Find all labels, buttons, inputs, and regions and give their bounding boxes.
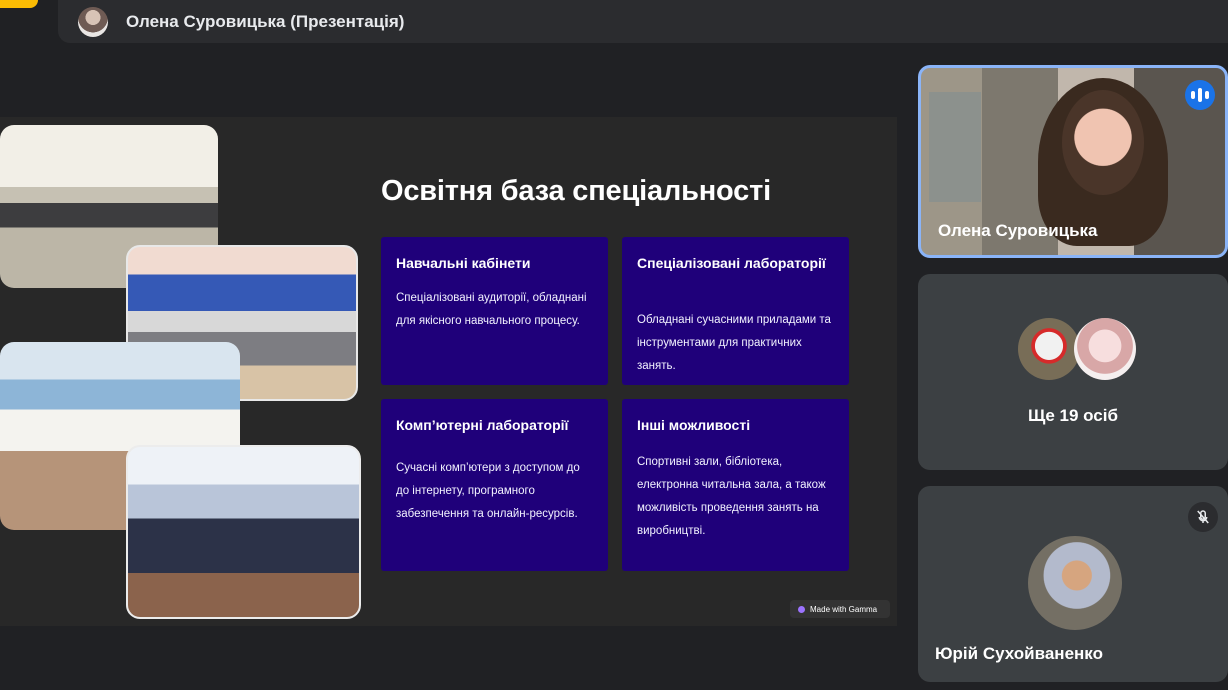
students-lab-photo (126, 445, 361, 619)
card-other-options: Інші можливості Спортивні зали, бібліоте… (622, 399, 849, 571)
participant-avatar (1074, 318, 1136, 380)
participant-tile-more[interactable]: Ще 19 осіб (918, 274, 1228, 470)
participant-avatar-group (1018, 318, 1138, 382)
card-title: Навчальні кабінети (396, 255, 531, 271)
participant-name: Олена Суровицька (938, 221, 1098, 240)
presentation-bar: Олена Суровицька (Презентація) (58, 0, 1228, 43)
more-participants-label: Ще 19 осіб (1028, 406, 1118, 425)
card-special-labs: Спеціалізовані лабораторії Обладнані суч… (622, 237, 849, 385)
card-text: Обладнані сучасними приладами та інструм… (637, 314, 831, 372)
video-background (929, 92, 981, 202)
participant-video-face (1062, 90, 1144, 195)
card-study-rooms: Навчальні кабінети Спеціалізовані аудито… (381, 237, 608, 385)
card-computer-labs: Комп’ютерні лабораторії Сучасні комп’юте… (381, 399, 608, 571)
muted-mic-icon-svg (1197, 510, 1209, 524)
gamma-badge[interactable]: Made with Gamma (790, 600, 890, 618)
card-title: Спеціалізовані лабораторії (637, 255, 826, 271)
gamma-logo-icon (798, 605, 805, 613)
shared-presentation-slide: Освітня база спеціальності Навчальні каб… (0, 117, 897, 626)
participant-avatar (1028, 536, 1122, 630)
card-title: Комп’ютерні лабораторії (396, 417, 569, 433)
meeting-corner-indicator (0, 0, 38, 8)
presenter-avatar (78, 6, 108, 37)
presentation-title: Олена Суровицька (Презентація) (126, 11, 405, 31)
participant-avatar (1018, 318, 1080, 380)
card-text: Спеціалізовані аудиторії, обладнані для … (396, 292, 587, 327)
slide-title: Освітня база спеціальності (381, 175, 771, 207)
gamma-badge-label: Made with Gamma (810, 604, 878, 614)
muted-mic-icon (1188, 502, 1218, 532)
participant-name: Юрій Сухойваненко (935, 644, 1103, 663)
participant-tile-yurii[interactable]: Юрій Сухойваненко (918, 486, 1228, 682)
card-title: Інші можливості (637, 417, 751, 433)
participant-tile-olena[interactable]: Олена Суровицька (918, 65, 1228, 258)
card-text: Спортивні зали, бібліотека, електронна ч… (637, 456, 826, 537)
card-text: Сучасні комп’ютери з доступом до до інте… (396, 462, 580, 520)
speaking-indicator-icon (1185, 80, 1215, 110)
